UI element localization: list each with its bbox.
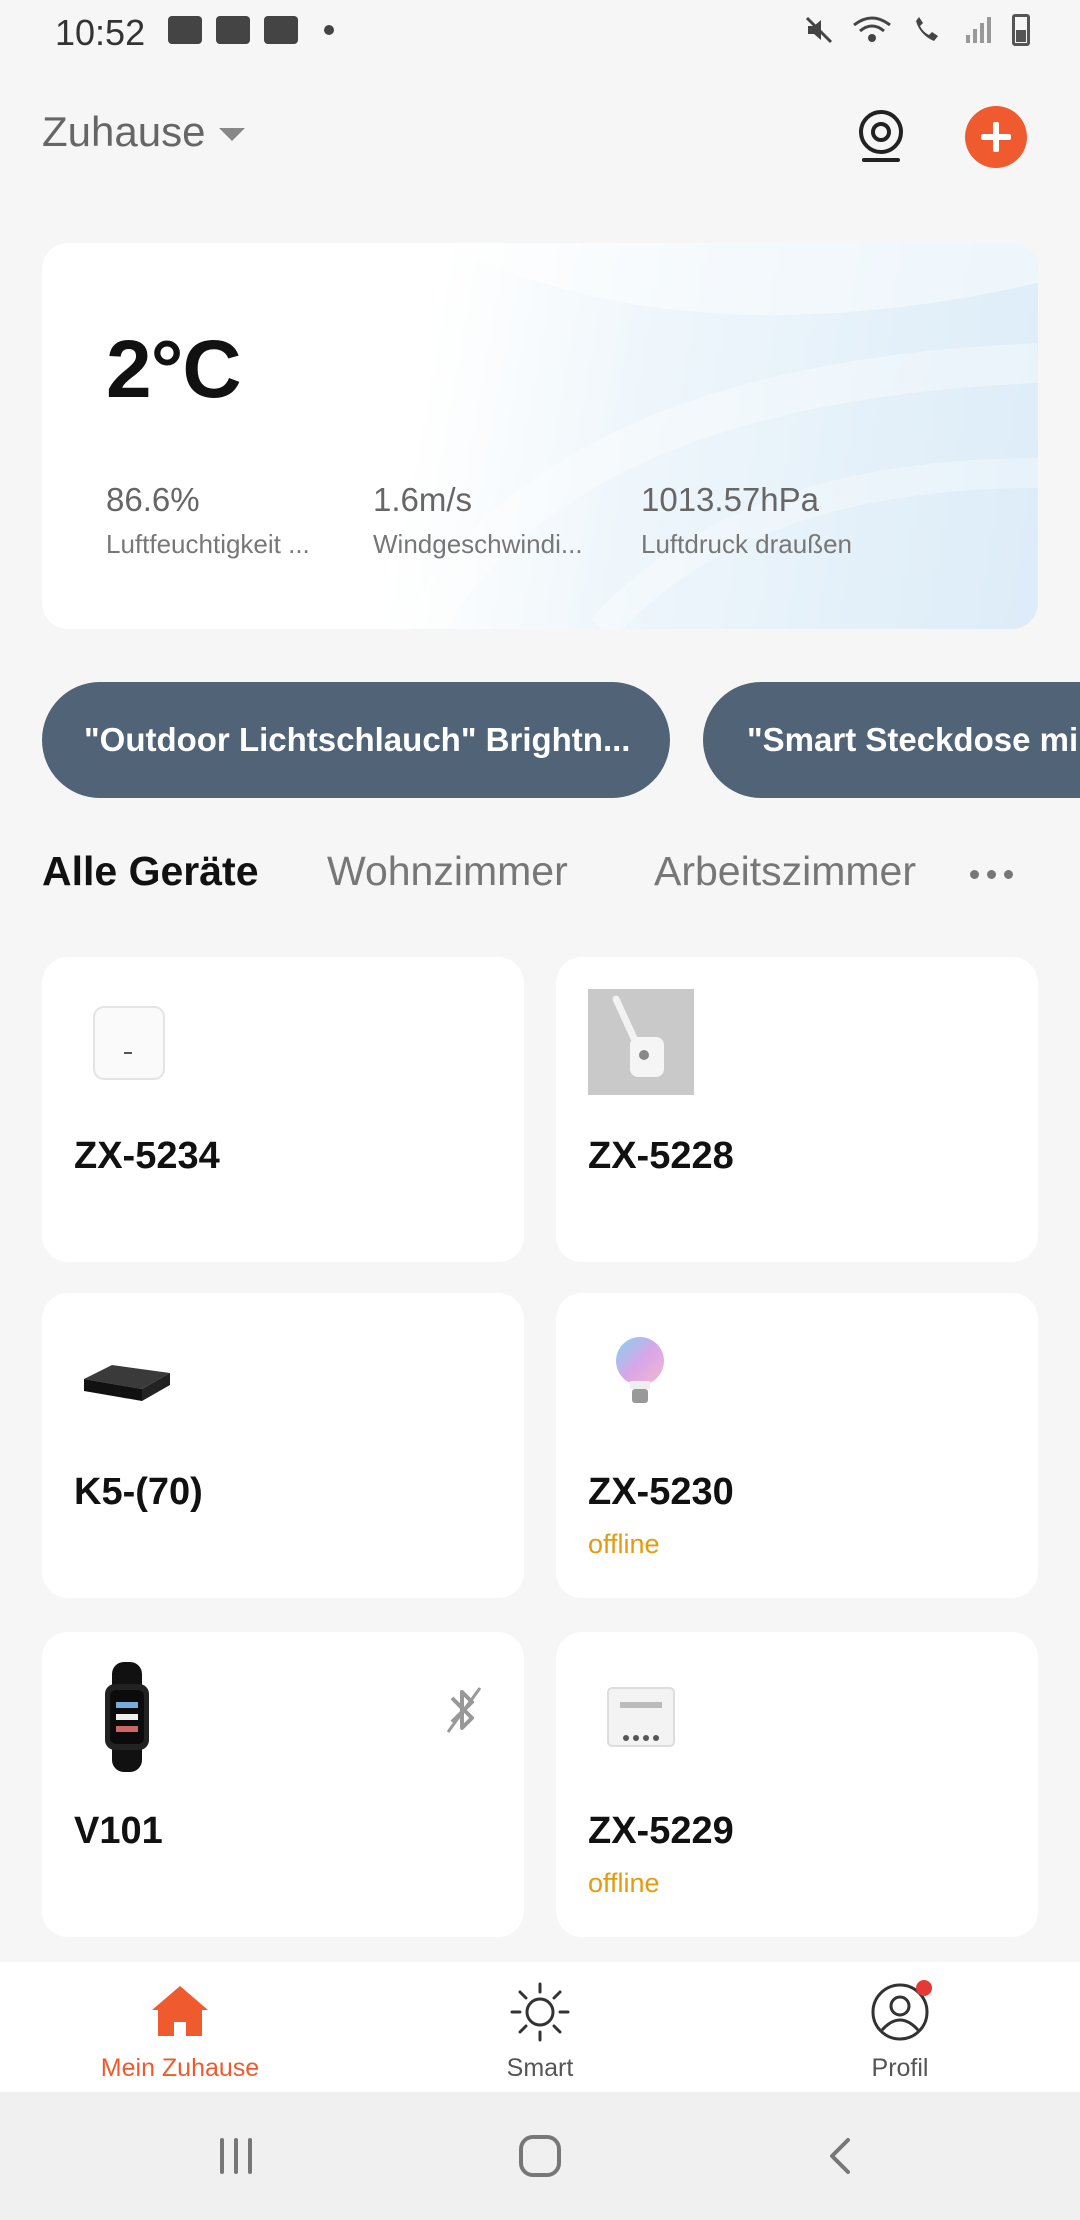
humidity-label: Luftfeuchtigkeit ... — [106, 529, 310, 559]
device-name: V101 — [74, 1810, 163, 1852]
pressure-label: Luftdruck draußen — [641, 529, 853, 559]
bluetooth-off-icon — [446, 1687, 482, 1733]
youtube-icon — [216, 16, 250, 44]
wind-value: 1.6m/s — [373, 481, 473, 518]
more-notifications-icon — [324, 25, 334, 35]
sun-icon — [510, 1982, 570, 2042]
humidity-stat: 86.6% Luftfeuchtigkeit ... — [106, 481, 310, 560]
device-name: K5-(70) — [74, 1471, 203, 1513]
scene-shortcuts: "Outdoor Lichtschlauch" Brightn... "Smar… — [0, 682, 1080, 800]
scene-pill-steckdose[interactable]: "Smart Steckdose mi — [703, 682, 1080, 798]
bulb-icon — [616, 1337, 664, 1403]
home-icon — [152, 1986, 208, 2036]
device-name: ZX-5230 — [588, 1471, 734, 1513]
weather-background — [404, 243, 1038, 629]
home-button-icon[interactable] — [516, 2132, 564, 2180]
notification-icons — [168, 16, 334, 44]
device-card-zx5228[interactable]: ZX-5228 — [556, 957, 1038, 1262]
plug-module-icon — [607, 1687, 675, 1747]
device-card-zx5230[interactable]: ZX-5230 offline — [556, 1293, 1038, 1598]
device-status: offline — [588, 1868, 660, 1898]
scene-pill-label: "Smart Steckdose mi — [747, 721, 1079, 758]
more-rooms-icon[interactable] — [970, 870, 1013, 879]
device-card-k5-70[interactable]: K5-(70) — [42, 1293, 524, 1598]
device-name: ZX-5234 — [74, 1135, 220, 1177]
nav-smart[interactable]: Smart — [410, 1980, 670, 2083]
tab-arbeitszimmer[interactable]: Arbeitszimmer — [654, 848, 916, 895]
nav-label: Profil — [871, 2054, 929, 2082]
bottom-navigation: Mein Zuhause Smart Profil — [0, 1962, 1080, 2092]
weather-card[interactable]: 2°C 86.6% Luftfeuchtigkeit ... 1.6m/s Wi… — [42, 243, 1038, 629]
nav-label: Mein Zuhause — [100, 2054, 260, 2082]
temperature: 2°C — [106, 324, 242, 415]
status-time: 10:52 — [55, 12, 146, 53]
mute-icon — [805, 16, 833, 44]
recent-apps-icon[interactable] — [214, 2134, 258, 2178]
hose-light-icon — [588, 989, 694, 1095]
wind-label: Windgeschwindi... — [373, 529, 583, 559]
pressure-value: 1013.57hPa — [641, 481, 820, 518]
device-card-zx5229[interactable]: ZX-5229 offline — [556, 1632, 1038, 1937]
signal-icon — [966, 17, 991, 43]
tab-wohnzimmer[interactable]: Wohnzimmer — [327, 848, 568, 895]
device-status: offline — [588, 1529, 660, 1559]
black-box-icon — [84, 1365, 170, 1401]
device-card-v101[interactable]: V101 — [42, 1632, 524, 1937]
add-device-button[interactable] — [965, 106, 1027, 168]
camera-icon[interactable] — [854, 106, 908, 166]
room-tabs: Alle Geräte Wohnzimmer Arbeitszimmer — [42, 848, 1042, 908]
wind-stat: 1.6m/s Windgeschwindi... — [373, 481, 583, 560]
nav-label: Smart — [506, 2054, 574, 2082]
notification-badge — [916, 1980, 932, 1996]
caret-down-icon — [219, 127, 246, 141]
system-icons — [804, 14, 1030, 46]
hub-icon — [93, 1006, 165, 1080]
nav-profil[interactable]: Profil — [770, 1980, 1030, 2083]
fitness-band-icon — [105, 1662, 149, 1772]
wifi-call-icon — [916, 17, 938, 41]
status-bar: 10:52 — [0, 0, 1080, 70]
scene-pill-label: "Outdoor Lichtschlauch" Brightn... — [84, 721, 631, 758]
profile-icon — [871, 1980, 932, 2041]
pressure-stat: 1013.57hPa Luftdruck draußen — [641, 481, 852, 560]
scene-pill-outdoor[interactable]: "Outdoor Lichtschlauch" Brightn... — [42, 682, 670, 798]
device-name: ZX-5228 — [588, 1135, 734, 1177]
device-card-zx5234[interactable]: ZX-5234 — [42, 957, 524, 1262]
news-icon — [264, 16, 298, 44]
system-navigation-bar — [0, 2092, 1080, 2220]
device-name: ZX-5229 — [588, 1810, 734, 1852]
home-title: Zuhause — [42, 108, 206, 155]
back-icon[interactable] — [820, 2134, 864, 2178]
gallery-icon — [168, 16, 202, 44]
tab-alle-geraete[interactable]: Alle Geräte — [42, 848, 259, 895]
wifi-icon — [853, 16, 891, 42]
home-selector[interactable]: Zuhause — [42, 108, 246, 156]
battery-icon — [1012, 14, 1030, 46]
humidity-value: 86.6% — [106, 481, 200, 518]
nav-mein-zuhause[interactable]: Mein Zuhause — [50, 1980, 310, 2083]
